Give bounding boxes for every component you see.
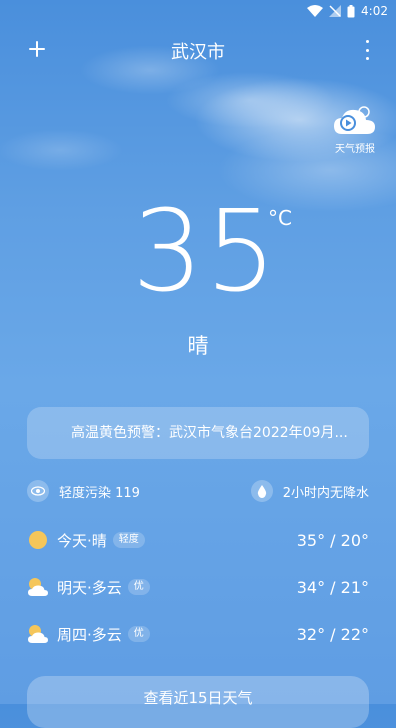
raindrop-icon bbox=[250, 480, 273, 502]
forecast-day-label: 今天·晴 bbox=[57, 531, 107, 550]
forecast-day-label: 周四·多云 bbox=[57, 625, 122, 644]
view-15-day-forecast-button[interactable]: 查看近15日天气 bbox=[27, 676, 369, 728]
partly-cloudy-icon bbox=[27, 576, 49, 598]
header: 武汉市 bbox=[0, 34, 396, 66]
more-options-button[interactable] bbox=[364, 40, 370, 60]
air-quality[interactable]: 轻度污染 119 bbox=[27, 480, 140, 502]
forecast-video-label: 天气预报 bbox=[335, 144, 375, 155]
precipitation-text: 2小时内无降水 bbox=[282, 485, 369, 501]
weather-forecast-video-button[interactable]: 天气预报 bbox=[330, 104, 380, 155]
temperature-unit: °C bbox=[268, 206, 292, 230]
air-quality-badge: 轻度 bbox=[112, 532, 145, 548]
forecast-temp-range: 34° / 21° bbox=[296, 577, 369, 597]
forecast-temp-range: 32° / 22° bbox=[296, 624, 369, 644]
battery-icon bbox=[347, 4, 355, 18]
dot-icon bbox=[365, 40, 369, 43]
partly-cloudy-icon bbox=[27, 623, 49, 645]
forecast-row[interactable]: 明天·多云 优 34° / 21° bbox=[27, 572, 369, 602]
air-quality-icon bbox=[27, 480, 49, 502]
forecast-day-label: 明天·多云 bbox=[57, 578, 122, 597]
weather-alert-banner[interactable]: 高温黄色预警：武汉市气象台2022年09月... bbox=[27, 407, 369, 459]
info-row: 轻度污染 119 2小时内无降水 bbox=[27, 480, 369, 504]
current-temperature: 35 bbox=[132, 187, 279, 317]
dot-icon bbox=[365, 57, 369, 60]
air-quality-text: 轻度污染 119 bbox=[59, 485, 140, 501]
sun-icon bbox=[27, 529, 49, 551]
wifi-icon bbox=[307, 5, 324, 17]
play-cloud-icon bbox=[332, 106, 378, 140]
alert-text: 高温黄色预警：武汉市气象台2022年09月... bbox=[71, 425, 348, 441]
status-bar: 4:02 bbox=[0, 0, 396, 24]
no-signal-icon bbox=[329, 5, 342, 17]
forecast-row[interactable]: 今天·晴 轻度 35° / 20° bbox=[27, 525, 369, 555]
current-condition: 晴 bbox=[187, 334, 209, 358]
air-quality-badge: 优 bbox=[127, 579, 150, 595]
dot-icon bbox=[365, 48, 369, 52]
precipitation-info[interactable]: 2小时内无降水 bbox=[250, 480, 369, 502]
city-title: 武汉市 bbox=[171, 42, 225, 63]
air-quality-badge: 优 bbox=[127, 626, 150, 642]
forecast-temp-range: 35° / 20° bbox=[296, 530, 369, 550]
status-time: 4:02 bbox=[361, 4, 388, 18]
forecast-row[interactable]: 周四·多云 优 32° / 22° bbox=[27, 619, 369, 649]
